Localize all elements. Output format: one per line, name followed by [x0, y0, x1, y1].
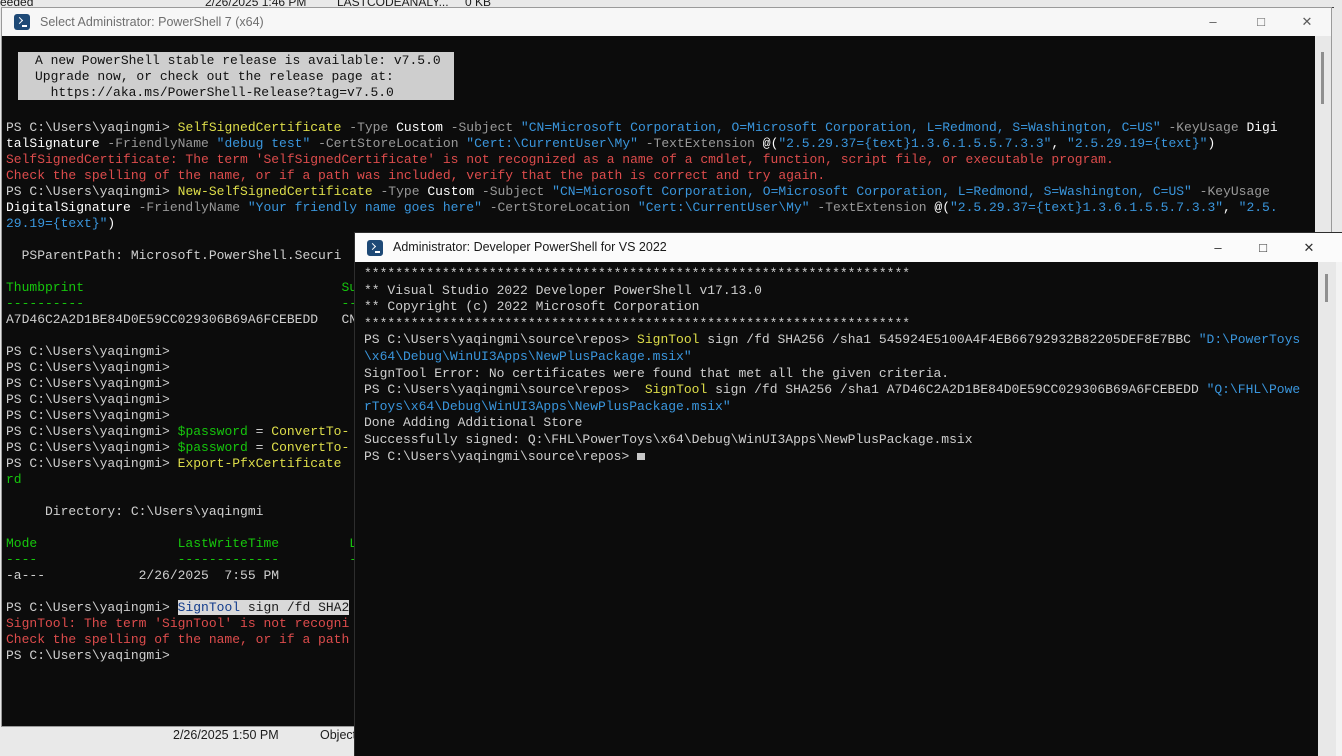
- banner-line: Upgrade now, or check out the release pa…: [35, 69, 454, 85]
- maximize-button[interactable]: □: [1246, 8, 1276, 36]
- scrollbar[interactable]: [1318, 262, 1336, 756]
- terminal-line: talSignature -FriendlyName "debug test" …: [6, 136, 1278, 152]
- terminal-line: DigitalSignature -FriendlyName "Your fri…: [6, 200, 1278, 216]
- banner-line: https://aka.ms/PowerShell-Release?tag=v7…: [35, 85, 454, 101]
- banner-line: A new PowerShell stable release is avail…: [35, 53, 454, 69]
- window-dev-powershell-vs2022: Administrator: Developer PowerShell for …: [355, 233, 1342, 756]
- explorer-file-type: Object: [320, 728, 356, 742]
- terminal-line: Check the spelling of the name, or if a …: [6, 168, 1278, 184]
- terminal-content[interactable]: ****************************************…: [355, 262, 1318, 756]
- terminal-line: Done Adding Additional Store: [364, 415, 1300, 432]
- terminal-line: PS C:\Users\yaqingmi\source\repos> SignT…: [364, 382, 1300, 399]
- terminal-line: Successfully signed: Q:\FHL\PowerToys\x6…: [364, 432, 1300, 449]
- close-button[interactable]: ✕: [1292, 8, 1322, 36]
- minimize-button[interactable]: –: [1198, 8, 1228, 36]
- window-title: Select Administrator: PowerShell 7 (x64): [40, 8, 264, 36]
- maximize-button[interactable]: □: [1248, 233, 1278, 262]
- minimize-button[interactable]: –: [1203, 233, 1233, 262]
- update-banner: A new PowerShell stable release is avail…: [18, 52, 454, 100]
- terminal-line: ****************************************…: [364, 266, 1300, 283]
- terminal-line: rToys\x64\Debug\WinUI3Apps\NewPlusPackag…: [364, 399, 1300, 416]
- terminal-output: ****************************************…: [364, 266, 1300, 465]
- window-frame-edge: [1336, 262, 1342, 756]
- terminal-line: PS C:\Users\yaqingmi> SelfSignedCertific…: [6, 120, 1278, 136]
- explorer-file-date: 2/26/2025 1:50 PM: [173, 728, 279, 742]
- powershell-icon: [367, 240, 383, 256]
- terminal-line: PS C:\Users\yaqingmi> New-SelfSignedCert…: [6, 184, 1278, 200]
- terminal-line: PS C:\Users\yaqingmi\source\repos> SignT…: [364, 332, 1300, 349]
- scrollbar-thumb[interactable]: [1321, 52, 1324, 104]
- scrollbar-thumb[interactable]: [1325, 274, 1328, 302]
- terminal-line: SelfSignedCertificate: The term 'SelfSig…: [6, 152, 1278, 168]
- terminal-line: ****************************************…: [364, 316, 1300, 333]
- titlebar[interactable]: Select Administrator: PowerShell 7 (x64)…: [2, 8, 1331, 36]
- titlebar[interactable]: Administrator: Developer PowerShell for …: [355, 233, 1342, 262]
- terminal-line: ** Copyright (c) 2022 Microsoft Corporat…: [364, 299, 1300, 316]
- close-button[interactable]: ✕: [1294, 233, 1324, 262]
- powershell-icon: [14, 14, 30, 30]
- terminal-line: \x64\Debug\WinUI3Apps\NewPlusPackage.msi…: [364, 349, 1300, 366]
- terminal-line: PS C:\Users\yaqingmi\source\repos>: [364, 449, 1300, 466]
- window-title: Administrator: Developer PowerShell for …: [393, 233, 667, 262]
- terminal-line: 29.19={text}"): [6, 216, 1278, 232]
- text-cursor: [637, 453, 645, 460]
- terminal-line: SignTool Error: No certificates were fou…: [364, 366, 1300, 383]
- terminal-line: ** Visual Studio 2022 Developer PowerShe…: [364, 283, 1300, 300]
